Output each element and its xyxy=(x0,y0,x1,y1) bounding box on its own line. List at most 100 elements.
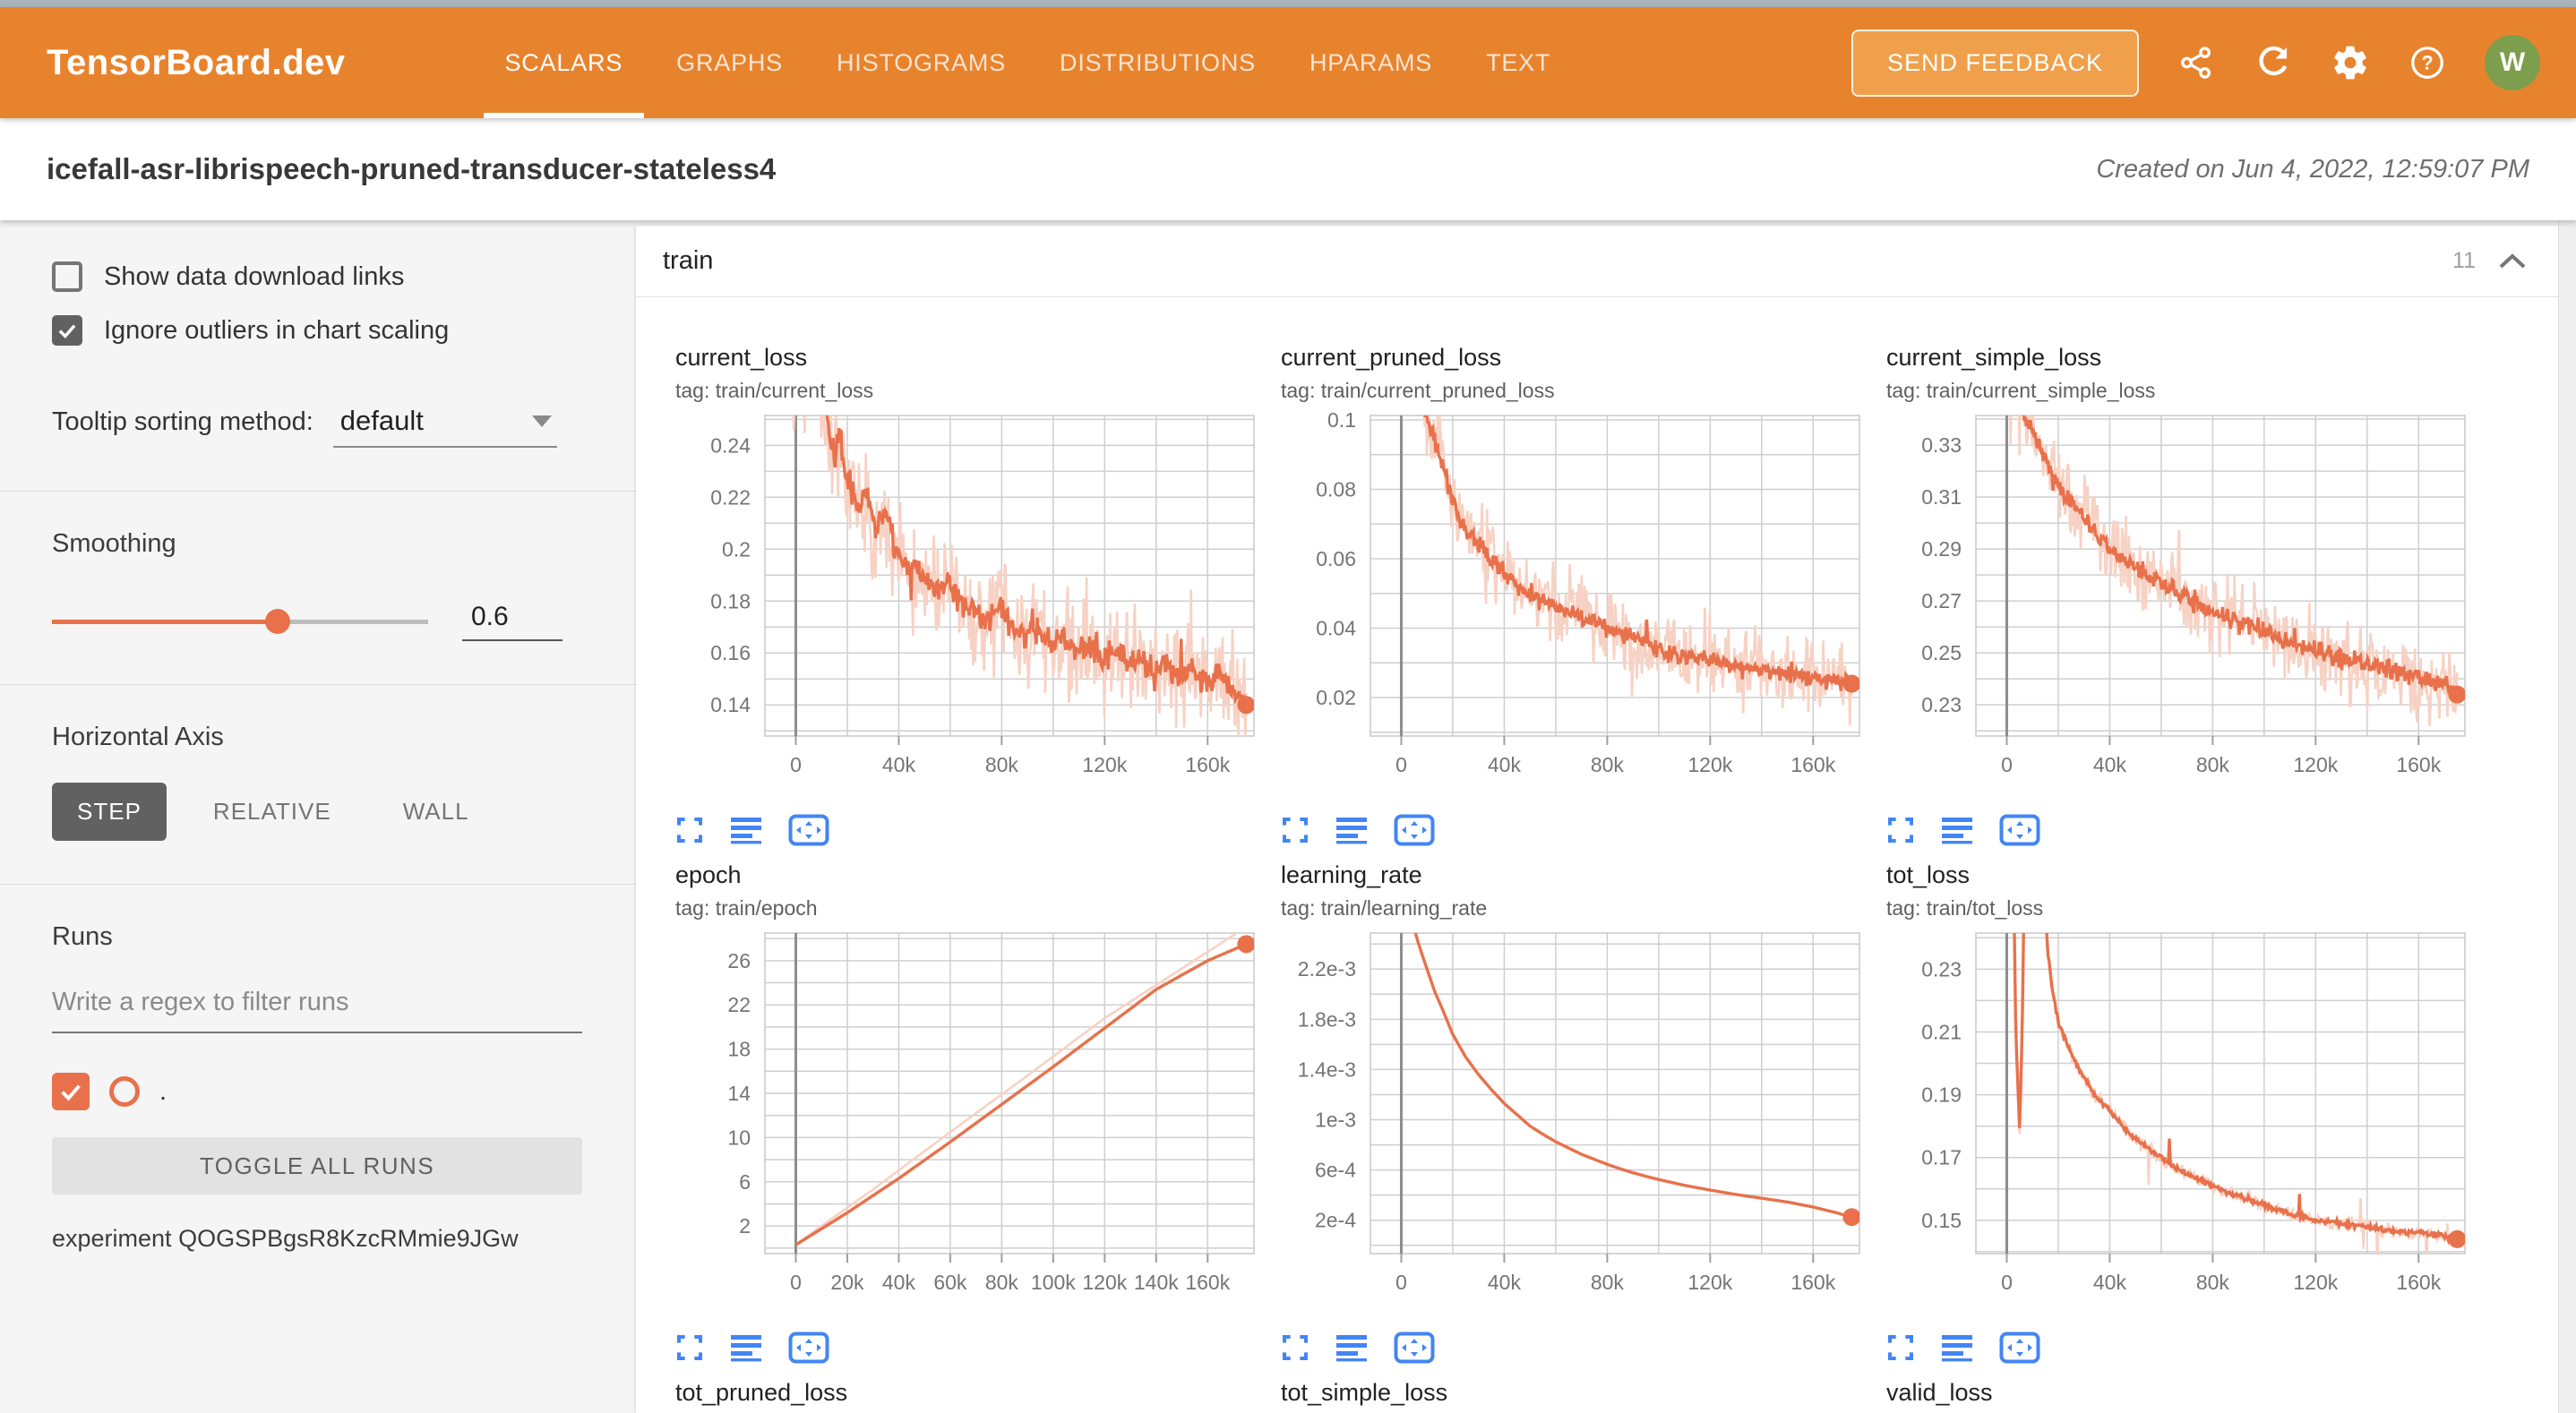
collapse-chevron-icon[interactable] xyxy=(2497,251,2528,272)
runs-selector-icon[interactable] xyxy=(731,1333,761,1362)
svg-text:0.14: 0.14 xyxy=(710,693,751,716)
svg-text:120k: 120k xyxy=(2293,1271,2338,1294)
fit-domain-icon[interactable] xyxy=(1999,814,2040,846)
svg-text:?: ? xyxy=(2421,52,2433,74)
run-checkbox-checked-icon[interactable] xyxy=(52,1073,90,1110)
expand-chart-icon[interactable] xyxy=(675,816,704,844)
show-download-links-checkbox-row[interactable]: Show data download links xyxy=(52,261,586,292)
sidebar-divider xyxy=(0,491,636,492)
chart-title: valid_loss xyxy=(1886,1379,2477,1407)
expand-chart-icon[interactable] xyxy=(1281,1333,1309,1362)
chart-tag: tag: train/current_simple_loss xyxy=(1886,379,2477,403)
tab-text[interactable]: TEXT xyxy=(1459,7,1577,118)
svg-text:0.21: 0.21 xyxy=(1921,1020,1962,1043)
runs-selector-icon[interactable] xyxy=(1336,1333,1367,1362)
svg-text:18: 18 xyxy=(727,1038,751,1061)
help-icon[interactable]: ? xyxy=(2408,43,2447,82)
chart-plot-current_loss[interactable]: 040k80k120k160k0.240.220.20.180.160.14 xyxy=(675,408,1267,797)
chart-plot-tot_loss[interactable]: 040k80k120k160k0.230.210.190.170.15 xyxy=(1886,926,2477,1315)
run-color-swatch-icon[interactable] xyxy=(109,1076,140,1107)
svg-text:2e-4: 2e-4 xyxy=(1315,1209,1356,1232)
user-avatar[interactable]: W xyxy=(2485,35,2540,90)
experiment-title: icefall-asr-librispeech-pruned-transduce… xyxy=(47,152,776,186)
fit-domain-icon[interactable] xyxy=(1394,1332,1435,1364)
runs-selector-icon[interactable] xyxy=(731,816,761,844)
svg-text:0.02: 0.02 xyxy=(1316,686,1356,709)
smoothing-slider-thumb[interactable] xyxy=(265,609,290,634)
runs-filter-input[interactable]: Write a regex to filter runs xyxy=(52,988,582,1033)
axis-button-relative[interactable]: RELATIVE xyxy=(188,783,356,841)
expand-chart-icon[interactable] xyxy=(1281,816,1309,844)
tab-hparams[interactable]: HPARAMS xyxy=(1283,7,1459,118)
settings-gear-icon[interactable] xyxy=(2331,43,2370,82)
toggle-all-runs-button[interactable]: TOGGLE ALL RUNS xyxy=(52,1137,582,1195)
svg-text:0.18: 0.18 xyxy=(710,589,751,612)
share-icon[interactable] xyxy=(2177,43,2216,82)
chart-plot-learning_rate[interactable]: 040k80k120k160k2.2e-31.8e-31.4e-31e-36e-… xyxy=(1281,926,1872,1315)
svg-text:0.29: 0.29 xyxy=(1921,537,1962,561)
chart-plot-current_simple_loss[interactable]: 040k80k120k160k0.330.310.290.270.250.23 xyxy=(1886,408,2477,797)
svg-text:80k: 80k xyxy=(2196,1271,2230,1294)
svg-text:120k: 120k xyxy=(1082,1271,1127,1294)
chart-plot-epoch[interactable]: 020k40k60k80k100k120k140k160k26221814106… xyxy=(675,926,1267,1315)
tab-histograms[interactable]: HISTOGRAMS xyxy=(810,7,1033,118)
tab-graphs[interactable]: GRAPHS xyxy=(649,7,810,118)
fit-domain-icon[interactable] xyxy=(788,1332,829,1364)
svg-text:2.2e-3: 2.2e-3 xyxy=(1298,957,1356,981)
tooltip-sorting-label: Tooltip sorting method: xyxy=(52,407,313,437)
fit-domain-icon[interactable] xyxy=(788,814,829,846)
runs-selector-icon[interactable] xyxy=(1336,816,1367,844)
runs-selector-icon[interactable] xyxy=(1942,816,1972,844)
svg-text:22: 22 xyxy=(727,993,751,1016)
train-section-header[interactable]: train 11 xyxy=(636,226,2558,297)
chevron-down-icon xyxy=(532,415,552,427)
refresh-icon[interactable] xyxy=(2254,43,2293,82)
charts-grid: current_losstag: train/current_loss040k8… xyxy=(636,297,2558,1413)
header-actions: SEND FEEDBACK ? W xyxy=(1851,30,2540,97)
svg-text:0.22: 0.22 xyxy=(710,485,751,509)
axis-button-wall[interactable]: WALL xyxy=(378,783,494,841)
smoothing-label: Smoothing xyxy=(52,529,586,559)
expand-chart-icon[interactable] xyxy=(675,1333,704,1362)
fit-domain-icon[interactable] xyxy=(1394,814,1435,846)
chart-title: current_pruned_loss xyxy=(1281,344,1872,372)
tab-distributions[interactable]: DISTRIBUTIONS xyxy=(1033,7,1283,118)
smoothing-value-input[interactable]: 0.6 xyxy=(462,602,562,641)
svg-text:160k: 160k xyxy=(1185,753,1230,776)
svg-text:1e-3: 1e-3 xyxy=(1315,1109,1356,1132)
send-feedback-button[interactable]: SEND FEEDBACK xyxy=(1851,30,2139,97)
runs-selector-icon[interactable] xyxy=(1942,1333,1972,1362)
ignore-outliers-checkbox-row[interactable]: Ignore outliers in chart scaling xyxy=(52,315,586,346)
svg-text:0.15: 0.15 xyxy=(1921,1209,1962,1232)
svg-text:80k: 80k xyxy=(985,753,1019,776)
expand-chart-icon[interactable] xyxy=(1886,1333,1915,1362)
fit-domain-icon[interactable] xyxy=(1999,1332,2040,1364)
tooltip-sorting-select[interactable]: default xyxy=(333,405,557,448)
expand-chart-icon[interactable] xyxy=(1886,816,1915,844)
chart-tag: tag: train/learning_rate xyxy=(1281,896,1872,921)
svg-text:60k: 60k xyxy=(933,1271,967,1294)
svg-text:80k: 80k xyxy=(1591,753,1625,776)
svg-text:0.2: 0.2 xyxy=(722,537,751,561)
chart-toolbar xyxy=(1886,1325,2477,1370)
svg-text:0.33: 0.33 xyxy=(1921,433,1962,457)
chart-tot_simple_loss: tot_simple_losstag: train/tot_simple_los… xyxy=(1281,1379,1872,1413)
checkbox-checked-icon[interactable] xyxy=(52,315,82,346)
svg-text:10: 10 xyxy=(727,1126,751,1149)
runs-label: Runs xyxy=(52,922,586,952)
tab-scalars[interactable]: SCALARS xyxy=(478,7,650,118)
axis-button-step[interactable]: STEP xyxy=(52,783,167,841)
chart-tag: tag: train/current_loss xyxy=(675,379,1267,403)
chart-title: tot_simple_loss xyxy=(1281,1379,1872,1407)
svg-text:0.25: 0.25 xyxy=(1921,641,1962,664)
window-top-strip xyxy=(0,0,2576,7)
chart-title: tot_loss xyxy=(1886,861,2477,889)
smoothing-slider[interactable] xyxy=(52,620,428,624)
scrollbar[interactable] xyxy=(2558,220,2576,1413)
svg-text:6e-4: 6e-4 xyxy=(1315,1159,1356,1182)
svg-text:0: 0 xyxy=(790,1271,802,1294)
run-row: . xyxy=(52,1073,586,1110)
checkbox-unchecked-icon[interactable] xyxy=(52,261,82,292)
svg-text:0.16: 0.16 xyxy=(710,641,751,664)
chart-plot-current_pruned_loss[interactable]: 040k80k120k160k0.10.080.060.040.02 xyxy=(1281,408,1872,797)
